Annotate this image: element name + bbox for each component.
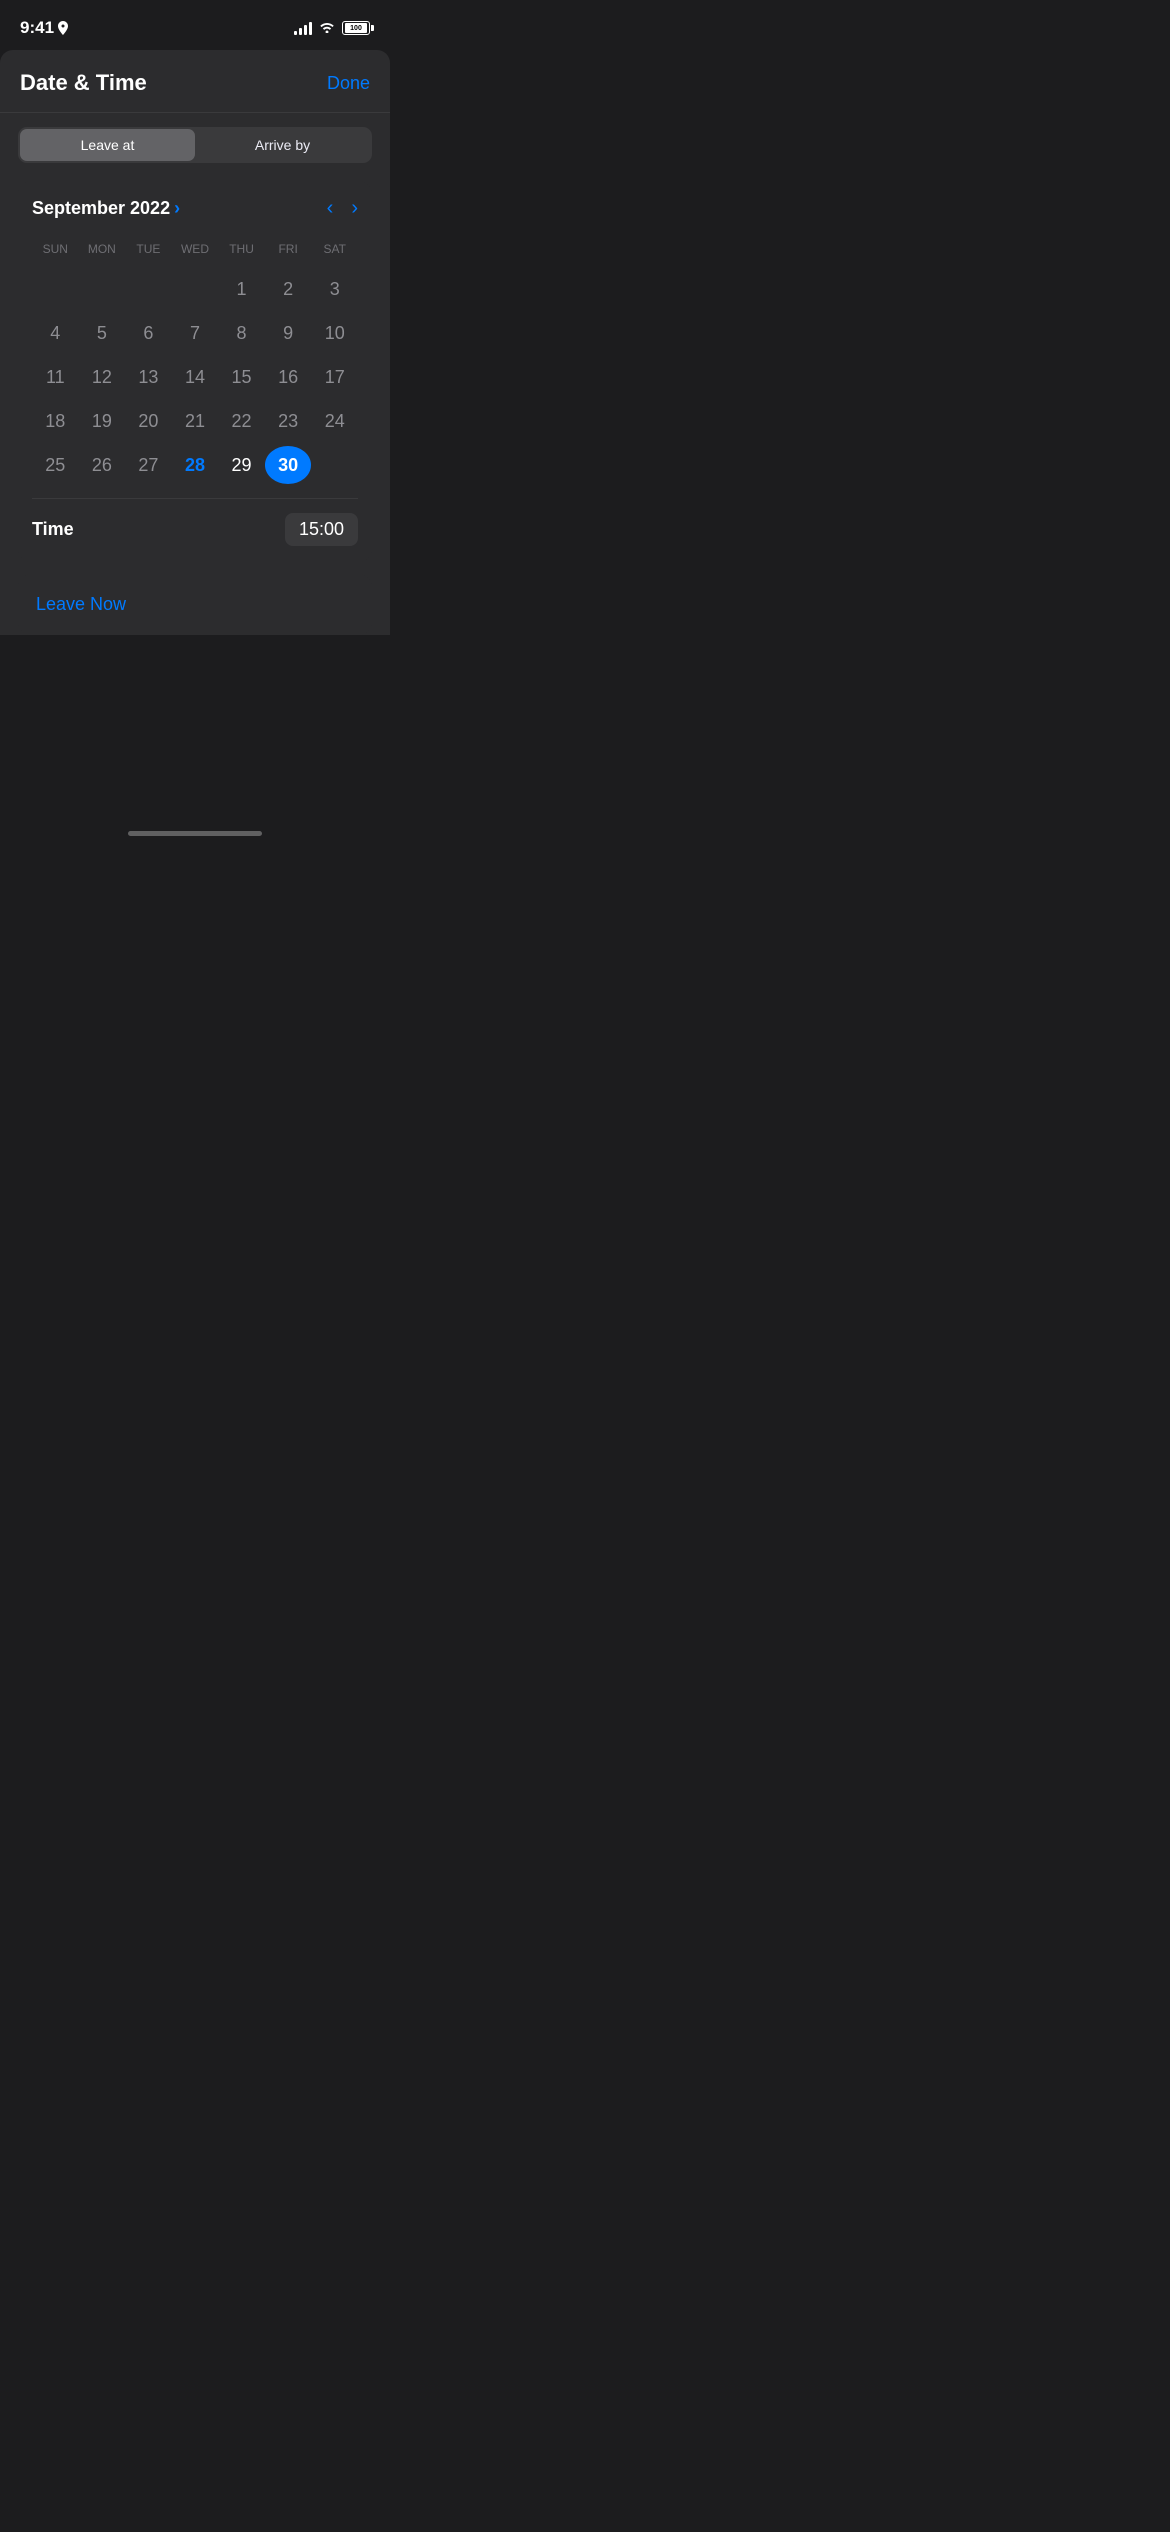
- date-cell-empty: [172, 270, 219, 308]
- dow-fri: FRI: [265, 238, 312, 260]
- bottom-sheet: Date & Time Done Leave at Arrive by Sept…: [0, 50, 390, 635]
- date-cell-13[interactable]: 13: [125, 358, 172, 396]
- home-indicator: [0, 819, 390, 844]
- month-title: September 2022 ›: [32, 198, 180, 219]
- date-cell-14[interactable]: 14: [172, 358, 219, 396]
- date-cell-empty: [79, 270, 126, 308]
- date-cell-15[interactable]: 15: [218, 358, 265, 396]
- location-icon: [58, 21, 68, 35]
- leave-at-label: Leave at: [81, 137, 135, 153]
- date-cell-26[interactable]: 26: [79, 446, 126, 484]
- date-cell-empty: [32, 270, 79, 308]
- date-cell-22[interactable]: 22: [218, 402, 265, 440]
- date-cell-29[interactable]: 29: [218, 446, 265, 484]
- segment-wrapper: Leave at Arrive by: [0, 113, 390, 173]
- date-cell-24[interactable]: 24: [311, 402, 358, 440]
- month-expand-icon[interactable]: ›: [174, 198, 180, 219]
- dow-thu: THU: [218, 238, 265, 260]
- date-cell-8[interactable]: 8: [218, 314, 265, 352]
- dow-mon: MON: [79, 238, 126, 260]
- calendar-card: September 2022 › ‹ › SUN MON TUE WED THU…: [18, 181, 372, 562]
- leave-now-card[interactable]: Leave Now: [18, 574, 372, 635]
- date-cell-5[interactable]: 5: [79, 314, 126, 352]
- date-cell-6[interactable]: 6: [125, 314, 172, 352]
- wifi-icon: [318, 19, 336, 38]
- next-month-button[interactable]: ›: [351, 197, 358, 220]
- date-cell-empty: [125, 270, 172, 308]
- date-cell-3[interactable]: 3: [311, 270, 358, 308]
- battery-level: 100: [345, 23, 367, 33]
- date-cell-11[interactable]: 11: [32, 358, 79, 396]
- prev-month-button[interactable]: ‹: [327, 197, 334, 220]
- date-cell-4[interactable]: 4: [32, 314, 79, 352]
- sheet-header: Date & Time Done: [0, 50, 390, 113]
- time-row: Time 15:00: [32, 499, 358, 546]
- date-cell-10[interactable]: 10: [311, 314, 358, 352]
- date-cell-30[interactable]: 30: [265, 446, 312, 484]
- days-of-week-row: SUN MON TUE WED THU FRI SAT: [32, 238, 358, 260]
- date-cell-7[interactable]: 7: [172, 314, 219, 352]
- month-navigation: ‹ ›: [327, 197, 358, 220]
- page-title: Date & Time: [20, 70, 147, 96]
- time-label: Time: [32, 519, 74, 540]
- time-picker[interactable]: 15:00: [285, 513, 358, 546]
- status-bar: 9:41 100: [0, 0, 390, 50]
- month-label: September 2022: [32, 198, 170, 219]
- dow-wed: WED: [172, 238, 219, 260]
- dow-sun: SUN: [32, 238, 79, 260]
- date-cell-23[interactable]: 23: [265, 402, 312, 440]
- leave-at-tab[interactable]: Leave at: [20, 129, 195, 161]
- home-bar: [128, 831, 262, 836]
- status-icons: 100: [294, 19, 370, 38]
- date-cell-20[interactable]: 20: [125, 402, 172, 440]
- date-cell-21[interactable]: 21: [172, 402, 219, 440]
- date-cell-28[interactable]: 28: [172, 446, 219, 484]
- month-header: September 2022 › ‹ ›: [32, 197, 358, 220]
- done-button[interactable]: Done: [327, 73, 370, 94]
- time-display: 9:41: [20, 18, 54, 38]
- date-cell-19[interactable]: 19: [79, 402, 126, 440]
- date-cell-25[interactable]: 25: [32, 446, 79, 484]
- date-cell-1[interactable]: 1: [218, 270, 265, 308]
- date-cell-18[interactable]: 18: [32, 402, 79, 440]
- date-cell-17[interactable]: 17: [311, 358, 358, 396]
- arrive-by-tab[interactable]: Arrive by: [195, 129, 370, 161]
- dow-sat: SAT: [311, 238, 358, 260]
- status-time: 9:41: [20, 18, 68, 38]
- date-cell-16[interactable]: 16: [265, 358, 312, 396]
- battery-icon: 100: [342, 21, 370, 35]
- date-cell-9[interactable]: 9: [265, 314, 312, 352]
- arrive-by-label: Arrive by: [255, 137, 310, 153]
- date-grid: 1234567891011121314151617181920212223242…: [32, 270, 358, 484]
- dow-tue: TUE: [125, 238, 172, 260]
- signal-icon: [294, 21, 312, 35]
- date-cell-12[interactable]: 12: [79, 358, 126, 396]
- date-cell-27[interactable]: 27: [125, 446, 172, 484]
- leave-now-label: Leave Now: [36, 594, 126, 614]
- date-cell-2[interactable]: 2: [265, 270, 312, 308]
- segment-control: Leave at Arrive by: [18, 127, 372, 163]
